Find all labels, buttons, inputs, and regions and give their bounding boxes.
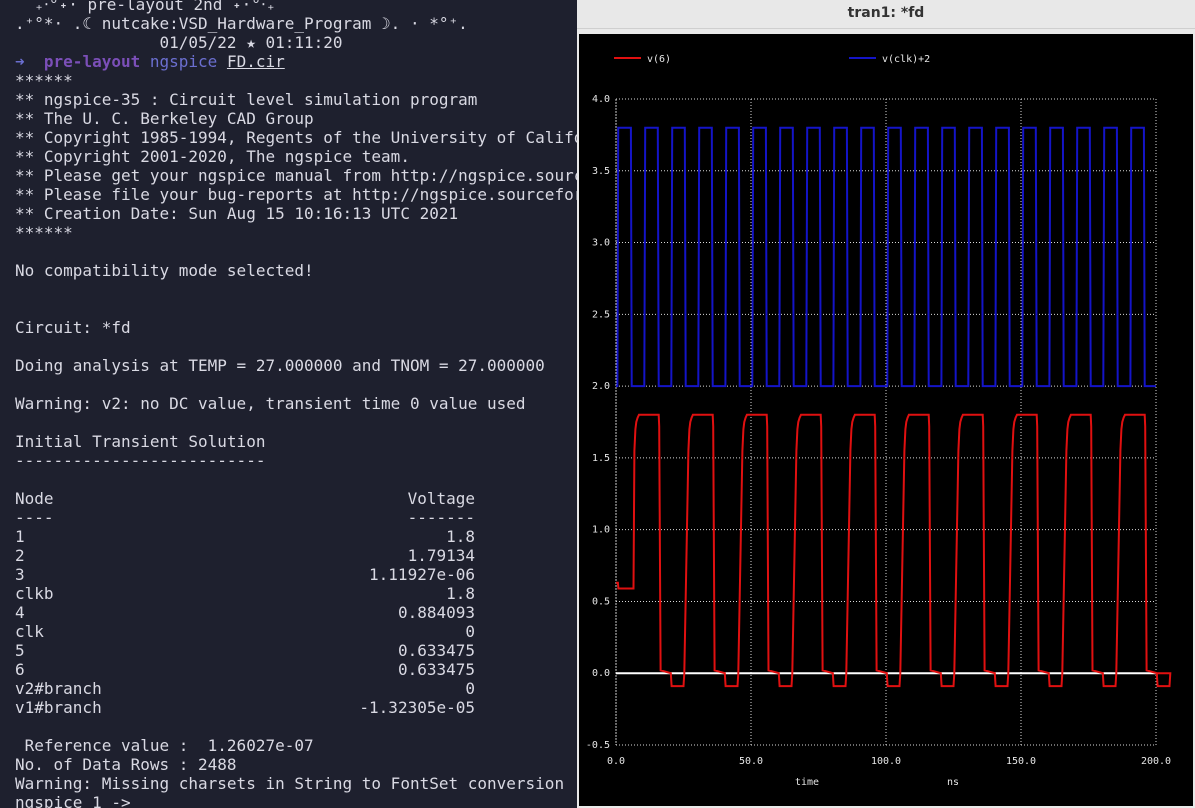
- terminal-line: Reference value : 1.26027e-07: [15, 736, 314, 755]
- prompt-file-arg: FD.cir: [226, 52, 285, 71]
- terminal-line: 3: [15, 565, 25, 584]
- terminal-line: Warning: v2: no DC value, transient time…: [15, 394, 526, 413]
- terminal-line: v2#branch: [15, 679, 102, 698]
- terminal-line: Warning: Missing charsets in String to F…: [15, 774, 565, 793]
- terminal-line: ******: [15, 71, 73, 90]
- terminal-line: ** Please file your bug-reports at http:…: [15, 185, 577, 204]
- terminal-line: No compatibility mode selected!: [15, 261, 314, 280]
- terminal-line: No. of Data Rows : 2488: [15, 755, 237, 774]
- terminal-window[interactable]: ˚₊‧°˖· pre-layout 2nd ˖·°‧₊˚ .⁺°*· .☾ nut…: [0, 0, 577, 808]
- terminal-line: ** Please get your ngspice manual from h…: [15, 166, 577, 185]
- node-voltage-value: 1.8: [446, 527, 475, 546]
- y-tick-label: 3.0: [592, 238, 610, 249]
- terminal-line: ** Copyright 1985-1994, Regents of the U…: [15, 128, 577, 147]
- x-tick-label: 200.0: [1141, 756, 1171, 767]
- plot-area: -0.5 0.0 0.5 1.0 1.5 2.0 2.5 3.0 3.5 4.0 0.0 50.0 10…: [579, 34, 1193, 806]
- terminal-line: 2: [15, 546, 25, 565]
- series-line-v6: [616, 413, 1172, 688]
- y-tick-label: 3.5: [592, 166, 610, 177]
- terminal-line: ** Copyright 2001-2020, The ngspice team…: [15, 147, 410, 166]
- prompt-arrow-icon: ➜: [15, 52, 25, 71]
- y-tick-label: -0.5: [586, 740, 610, 751]
- legend-label: v(6): [647, 54, 671, 65]
- terminal-line: 6: [15, 660, 25, 679]
- plot-window-title: tran1: *fd: [577, 0, 1195, 29]
- terminal-line: 1: [15, 527, 25, 546]
- terminal-line: 5: [15, 641, 25, 660]
- terminal-line: ˚₊‧°˖· pre-layout 2nd ˖·°‧₊˚: [15, 0, 286, 14]
- prompt-directory: pre-layout: [43, 52, 141, 71]
- legend-label: v(clk)+2: [882, 54, 930, 65]
- node-voltage-value: -1.32305e-05: [359, 698, 475, 717]
- waveform-chart: -0.5 0.0 0.5 1.0 1.5 2.0 2.5 3.0 3.5 4.0 0.0 50.0 10…: [586, 54, 1172, 788]
- terminal-line: Node: [15, 489, 54, 508]
- y-tick-label: 1.5: [592, 453, 610, 464]
- y-tick-label: 0.0: [592, 668, 610, 679]
- shell-prompt-line: ➜ pre-layout ngspice FD.cir: [15, 52, 285, 71]
- node-voltage-value: Voltage: [407, 489, 475, 508]
- x-axis-unit: ns: [947, 777, 959, 788]
- node-voltage-value: 0.884093: [397, 603, 475, 622]
- node-voltage-value: 1.11927e-06: [369, 565, 475, 584]
- y-tick-label: 2.5: [592, 309, 610, 320]
- terminal-line: ----: [15, 508, 54, 527]
- terminal-line: clkb: [15, 584, 54, 603]
- terminal-line: Circuit: *fd: [15, 318, 131, 337]
- node-voltage-value: -------: [407, 508, 475, 527]
- x-axis-label: time: [795, 777, 819, 788]
- terminal-line: ** ngspice-35 : Circuit level simulation…: [15, 90, 478, 109]
- terminal-line: Initial Transient Solution: [15, 432, 266, 451]
- terminal-line: 01/05/22 ★ 01:11:20: [15, 33, 343, 52]
- terminal-line: Doing analysis at TEMP = 27.000000 and T…: [15, 356, 545, 375]
- terminal-line: ******: [15, 223, 73, 242]
- terminal-line: .⁺°*· .☾ nutcake:VSD_Hardware_Program ☽.…: [15, 14, 468, 33]
- terminal-line: ** Creation Date: Sun Aug 15 10:16:13 UT…: [15, 204, 459, 223]
- node-voltage-value: 0.633475: [397, 660, 475, 679]
- terminal-line: v1#branch: [15, 698, 102, 717]
- node-voltage-value: 0: [465, 679, 475, 698]
- x-tick-label: 0.0: [607, 756, 625, 767]
- node-voltage-value: 0.633475: [397, 641, 475, 660]
- terminal-line: 4: [15, 603, 25, 622]
- y-tick-label: 2.0: [592, 381, 610, 392]
- node-voltage-value: 0: [465, 622, 475, 641]
- node-voltage-value: 1.8: [446, 584, 475, 603]
- y-tick-label: 4.0: [592, 94, 610, 105]
- terminal-line: ** The U. C. Berkeley CAD Group: [15, 109, 314, 128]
- prompt-command: ngspice: [149, 52, 218, 71]
- terminal-line: clk: [15, 622, 44, 641]
- terminal-line: --------------------------: [15, 451, 266, 470]
- x-tick-label: 50.0: [739, 756, 763, 767]
- series-line-v-clk-plus-2: [616, 126, 1156, 388]
- node-voltage-value: 1.79134: [407, 546, 475, 565]
- y-tick-label: 0.5: [592, 596, 610, 607]
- plot-window[interactable]: tran1: *fd -0.5 0.0 0.5 1.0 1.5 2.0 2.5 3.0 3.5 4…: [577, 0, 1195, 808]
- y-tick-label: 1.0: [592, 525, 610, 536]
- terminal-line: ngspice 1 ->: [15, 793, 141, 808]
- x-tick-label: 150.0: [1006, 756, 1036, 767]
- x-tick-label: 100.0: [871, 756, 901, 767]
